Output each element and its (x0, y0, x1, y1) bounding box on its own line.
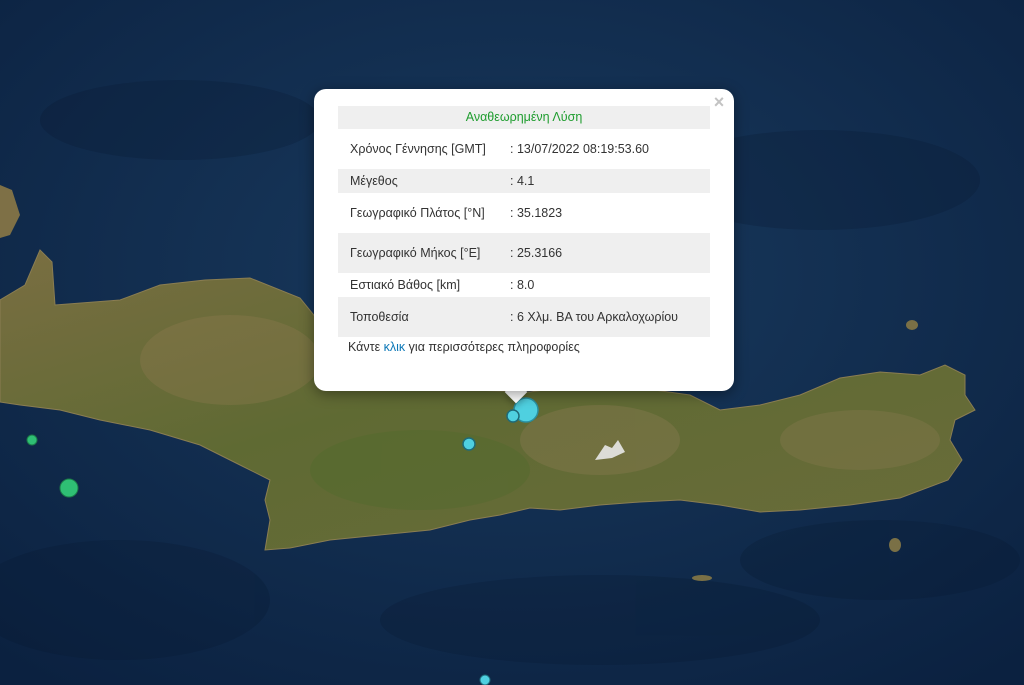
row-value: : 4.1 (506, 169, 710, 193)
earthquake-marker[interactable] (479, 674, 491, 685)
table-row: Εστιακό Βάθος [km] : 8.0 (338, 273, 710, 297)
row-label: Εστιακό Βάθος [km] (350, 277, 461, 292)
islet (889, 538, 901, 552)
popup-title-row: Αναθεωρημένη Λύση (338, 106, 710, 129)
info-table: Αναθεωρημένη Λύση Χρόνος Γέννησης [GMT] … (338, 106, 710, 337)
earthquake-marker[interactable] (506, 409, 520, 423)
more-info-line: Κάντε κλικ για περισσότερες πληροφορίες (338, 339, 710, 356)
more-info-link[interactable]: κλικ (384, 340, 406, 354)
row-label: Γεωγραφικό Μήκος [°E] (338, 233, 506, 273)
earthquake-info-popup: × Αναθεωρημένη Λύση Χρόνος Γέννησης [GMT… (314, 89, 734, 391)
popup-title: Αναθεωρημένη Λύση (338, 106, 710, 129)
row-label: Γεωγραφικό Πλάτος [°N] (350, 205, 485, 220)
row-value: : 35.1823 (510, 205, 563, 220)
row-value: : 8.0 (510, 277, 535, 292)
islet (906, 320, 918, 330)
earthquake-marker[interactable] (26, 434, 38, 446)
more-prefix: Κάντε (348, 340, 381, 354)
table-row: Χρόνος Γέννησης [GMT] : 13/07/2022 08:19… (338, 129, 710, 169)
table-row: Γεωγραφικό Μήκος [°E] : 25.3166 (338, 233, 710, 273)
table-row: Μέγεθος : 4.1 (338, 169, 710, 193)
table-row: Τοποθεσία : 6 Χλμ. ΒΑ του Αρκαλοχωρίου (338, 297, 710, 337)
table-row: Γεωγραφικό Πλάτος [°N] : 35.1823 (338, 193, 710, 233)
islet (692, 575, 712, 581)
row-label: Χρόνος Γέννησης [GMT] (350, 141, 486, 156)
earthquake-marker[interactable] (462, 437, 476, 451)
row-label: Μέγεθος (338, 169, 506, 193)
row-value: : 13/07/2022 08:19:53.60 (510, 141, 650, 156)
earthquake-marker[interactable] (59, 478, 79, 498)
row-value: : 25.3166 (506, 233, 710, 273)
close-icon[interactable]: × (710, 92, 728, 112)
row-label: Τοποθεσία (338, 297, 506, 337)
row-value: : 6 Χλμ. ΒΑ του Αρκαλοχωρίου (506, 297, 710, 337)
more-suffix: για περισσότερες πληροφορίες (408, 340, 580, 354)
